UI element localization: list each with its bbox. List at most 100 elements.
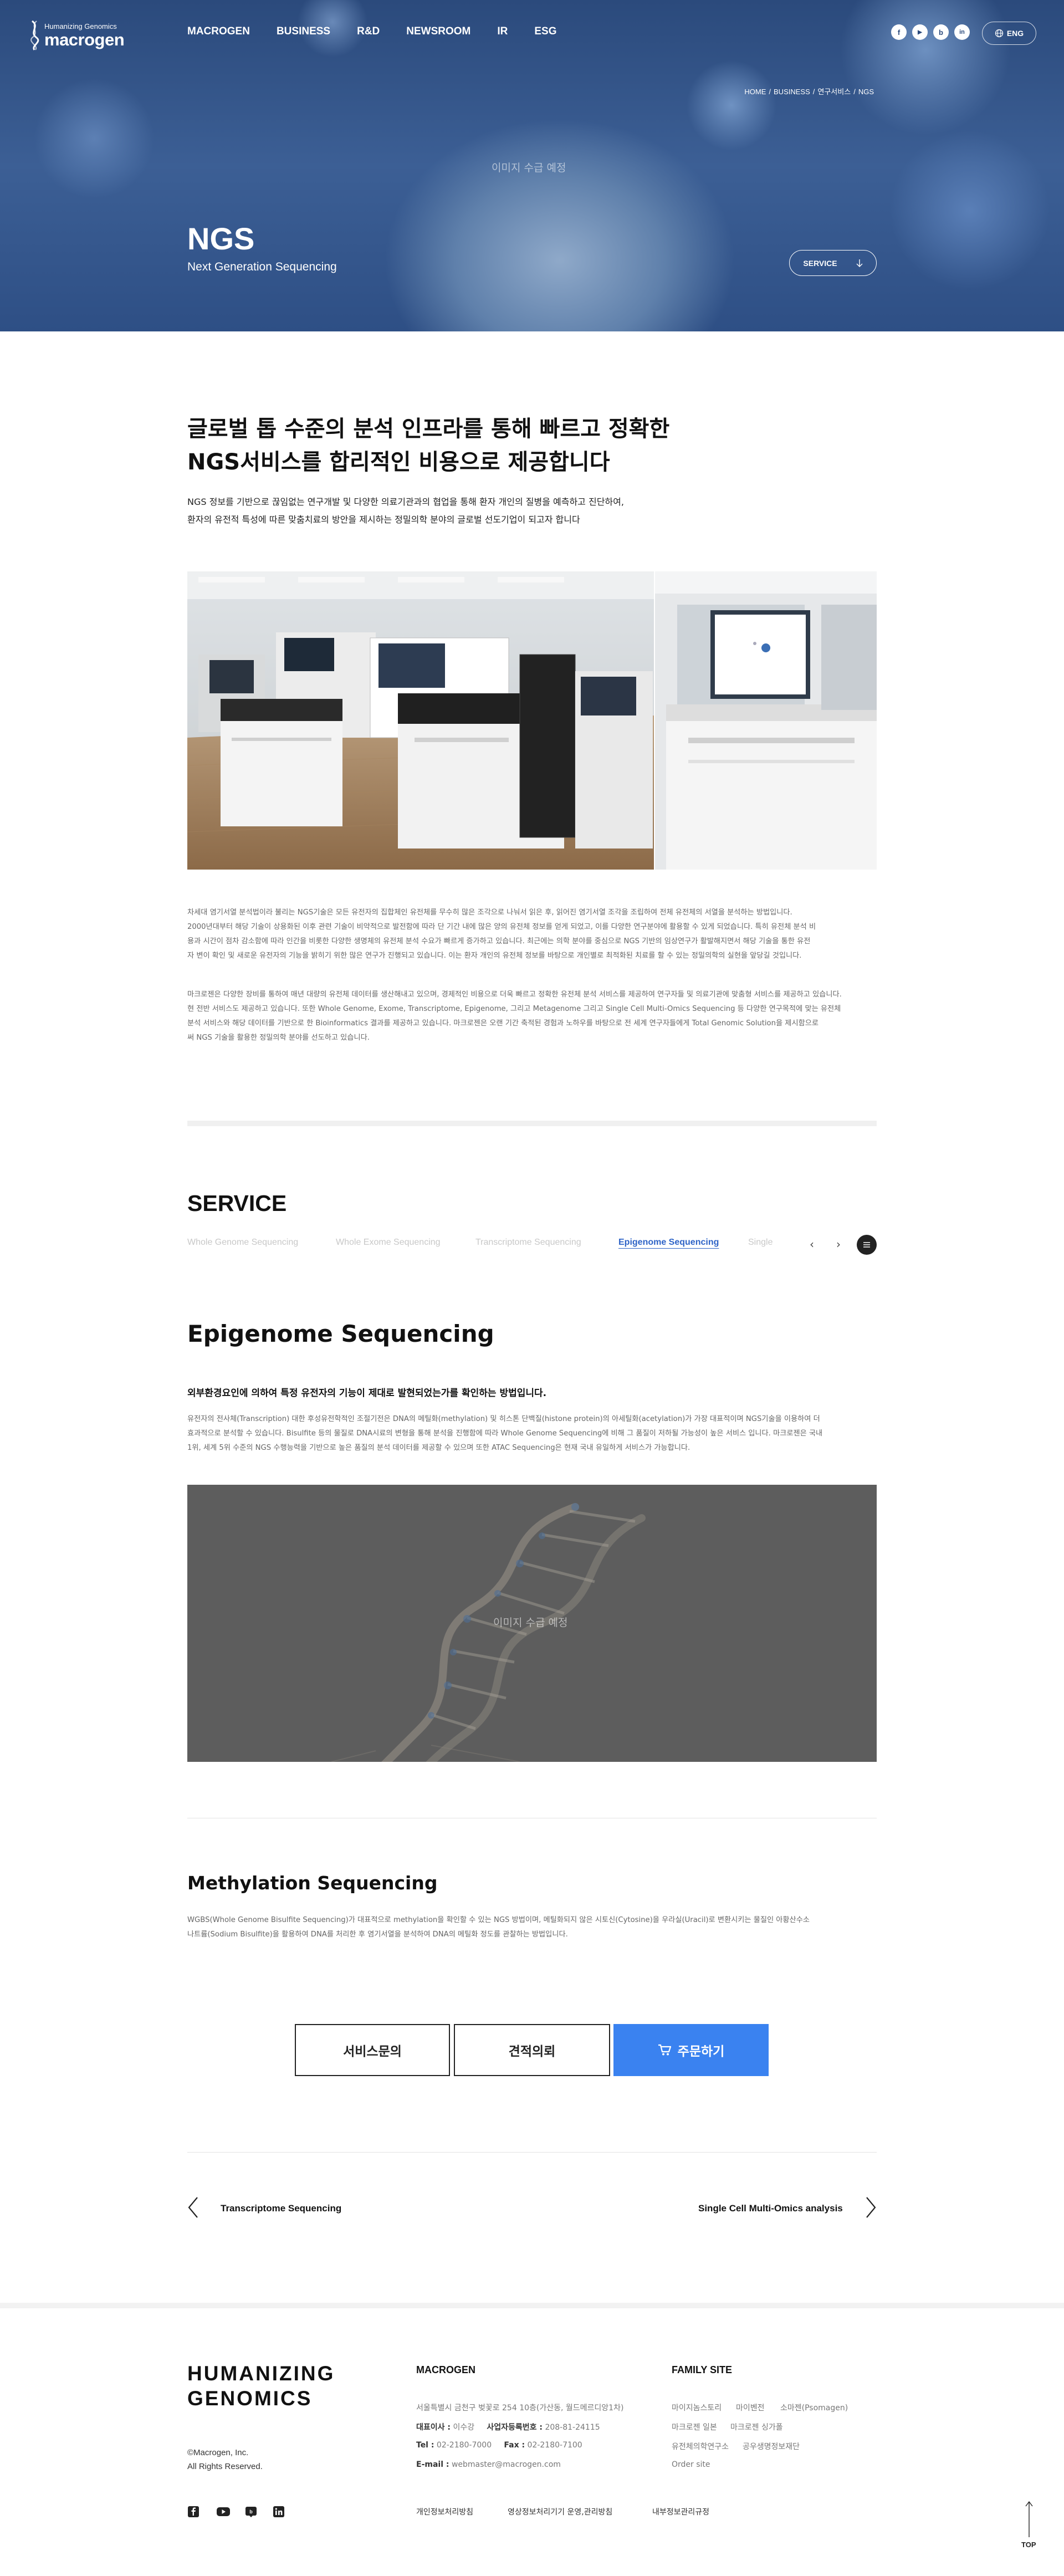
family-site-link[interactable]: 유전체의학연구소	[672, 2441, 729, 2452]
ceo-value: 이수강	[453, 2423, 475, 2432]
tab-epigenome[interactable]: Epigenome Sequencing	[618, 1238, 719, 1248]
facebook-icon[interactable]	[187, 2506, 200, 2518]
service-button[interactable]: SERVICE	[789, 250, 877, 276]
epigenome-title: Epigenome Sequencing	[187, 1320, 494, 1347]
blog-icon[interactable]: b	[933, 24, 949, 40]
lab-photo-side	[655, 571, 877, 870]
cctv-policy-link[interactable]: 영상정보처리기기 운영,관리방침	[508, 2506, 612, 2517]
prev-service-link[interactable]: Transcriptome Sequencing	[221, 2203, 341, 2214]
footer-brand: HUMANIZING GENOMICS	[187, 2361, 335, 2411]
arrow-down-icon	[856, 259, 863, 267]
nav-esg[interactable]: ESG	[534, 25, 556, 42]
service-title: SERVICE	[187, 1190, 287, 1216]
footer-address: 서울특별시 금천구 벚꽃로 254 10층(가산동, 월드메르디앙1차)	[416, 2404, 624, 2413]
intro-description: NGS 정보를 기반으로 끊임없는 연구개발 및 다양한 의료기관과의 협업을 …	[187, 493, 741, 529]
fax-label: Fax :	[504, 2441, 525, 2450]
page-title: NGS	[187, 221, 255, 256]
svg-text:b: b	[249, 2509, 253, 2514]
privacy-policy-link[interactable]: 개인정보처리방침	[416, 2506, 473, 2517]
internal-info-policy-link[interactable]: 내부정보관리규정	[652, 2506, 709, 2517]
logo-name: macrogen	[44, 30, 125, 49]
family-site-link[interactable]: 마크로젠 일본	[672, 2421, 717, 2432]
ngs-description-2: 마크로젠은 다양한 장비를 통하여 매년 대량의 유전체 데이터를 생산해내고 …	[187, 988, 877, 1045]
quote-request-button[interactable]: 견적의뢰	[454, 2024, 610, 2076]
nav-macrogen[interactable]: MACROGEN	[187, 25, 250, 42]
bizno-value: 208-81-24115	[545, 2423, 600, 2432]
tab-whole-genome[interactable]: Whole Genome Sequencing	[187, 1238, 298, 1248]
footer-contact-row: Tel : 02-2180-7000 Fax : 02-2180-7100	[416, 2441, 582, 2450]
paragraph-line: 나트륨(Sodium Bisulfite)을 활용하여 DNA를 처리한 후 염…	[187, 1930, 568, 1939]
footer-brand-line: GENOMICS	[187, 2387, 313, 2410]
email-value[interactable]: webmaster@macrogen.com	[452, 2460, 561, 2469]
youtube-icon[interactable]	[216, 2506, 231, 2518]
facebook-icon[interactable]: f	[891, 24, 907, 40]
paragraph-line: 유전자의 전사체(Transcription) 대한 후성유전학적인 조절기전은…	[187, 1415, 820, 1423]
paragraph-line: 써 NGS 기술을 활용한 정밀의학 분야를 선도하고 있습니다.	[187, 1034, 370, 1042]
tabs-next-button[interactable]: ›	[830, 1236, 847, 1253]
tab-single-cell[interactable]: Single	[748, 1238, 773, 1248]
ngs-description-1: 차세대 염기서열 분석법이라 불리는 NGS기술은 모든 유전자의 집합체인 유…	[187, 906, 877, 963]
intro-headline-line: NGS서비스를 합리적인 비용으로 제공합니다	[187, 449, 610, 475]
bizno-label: 사업자등록번호 :	[487, 2423, 543, 2432]
youtube-icon[interactable]: ▶	[912, 24, 928, 40]
family-site-link[interactable]: 마이벤전	[736, 2402, 765, 2413]
nav-ir[interactable]: IR	[497, 25, 508, 42]
paragraph-line: 2000년대부터 해당 기술이 상용화된 이후 관련 기술이 비약적으로 발전함…	[187, 923, 816, 931]
footer-email-row: E-mail : webmaster@macrogen.com	[416, 2460, 561, 2469]
breadcrumb-business[interactable]: BUSINESS	[774, 88, 810, 96]
epigenome-lead: 외부환경요인에 의하여 특정 유전자의 기능이 제대로 발현되었는가를 확인하는…	[187, 1388, 547, 1399]
tabs-prev-button[interactable]: ‹	[804, 1236, 820, 1253]
paragraph-line: 자 변이 확인 및 새로운 유전자의 기능을 밝히기 위한 많은 연구가 진행되…	[187, 952, 802, 960]
tel-value: 02-2180-7000	[436, 2441, 492, 2450]
family-site-link[interactable]: 마크로젠 싱가폴	[730, 2421, 783, 2432]
family-site-link[interactable]: Order site	[672, 2460, 710, 2469]
hero-banner: Humanizing Genomics macrogen MACROGEN BU…	[0, 0, 1064, 331]
family-site-link[interactable]: 마이지놈스토리	[672, 2402, 722, 2413]
service-inquiry-button[interactable]: 서비스문의	[295, 2024, 450, 2076]
cart-icon	[658, 2044, 671, 2056]
language-button[interactable]: ENG	[982, 22, 1036, 45]
quote-request-label: 견적의뢰	[508, 2045, 556, 2059]
linkedin-icon[interactable]: in	[954, 24, 970, 40]
intro-headline: 글로벌 톱 수준의 분석 인프라를 통해 빠르고 정확한 NGS서비스를 합리적…	[187, 412, 741, 479]
paragraph-line: 차세대 염기서열 분석법이라 불리는 NGS기술은 모든 유전자의 집합체인 유…	[187, 908, 792, 917]
breadcrumb-home[interactable]: HOME	[744, 88, 766, 96]
section-divider	[187, 1121, 877, 1126]
page-subtitle: Next Generation Sequencing	[187, 260, 337, 273]
nav-business[interactable]: BUSINESS	[277, 25, 330, 42]
footer-family-heading: FAMILY SITE	[672, 2364, 733, 2375]
footer-copyright: ©Macrogen, Inc. All Rights Reserved.	[187, 2446, 263, 2473]
linkedin-icon[interactable]	[273, 2506, 285, 2518]
nav-newsroom[interactable]: NEWSROOM	[406, 25, 470, 42]
order-label: 주문하기	[677, 2045, 725, 2059]
service-button-label: SERVICE	[803, 258, 837, 268]
blog-icon[interactable]: b	[245, 2506, 257, 2518]
back-to-top-button[interactable]: TOP	[1020, 2500, 1039, 2549]
chevron-right-icon[interactable]	[866, 2196, 877, 2219]
footer-divider	[0, 2303, 1064, 2308]
paragraph-line: 마크로젠은 다양한 장비를 통하여 매년 대량의 유전체 데이터를 생산해내고 …	[187, 990, 842, 999]
tab-transcriptome[interactable]: Transcriptome Sequencing	[475, 1238, 581, 1248]
copyright-line: All Rights Reserved.	[187, 2462, 263, 2471]
nav-rnd[interactable]: R&D	[357, 25, 380, 42]
menu-icon	[863, 1242, 870, 1248]
order-button[interactable]: 주문하기	[613, 2024, 769, 2076]
fax-value: 02-2180-7100	[527, 2441, 582, 2450]
macrogen-logo[interactable]: Humanizing Genomics macrogen	[28, 17, 127, 53]
breadcrumb-research[interactable]: 연구서비스	[817, 88, 851, 96]
ceo-label: 대표이사 :	[416, 2423, 451, 2432]
family-site-link[interactable]: 공우생명정보재단	[743, 2441, 800, 2452]
next-service-link[interactable]: Single Cell Multi-Omics analysis	[698, 2203, 843, 2214]
logo-tagline: Humanizing Genomics	[44, 22, 117, 30]
breadcrumb: HOME / BUSINESS / 연구서비스 / NGS	[744, 88, 874, 96]
tel-label: Tel :	[416, 2441, 434, 2450]
paragraph-line: 분석 서비스와 해당 데이터를 기반으로 한 Bioinformatics 결과…	[187, 1019, 819, 1028]
methylation-description: WGBS(Whole Genome Bisulfite Sequencing)가…	[187, 1913, 877, 1942]
copyright-line: ©Macrogen, Inc.	[187, 2448, 249, 2457]
dna-logo-icon	[30, 20, 39, 50]
family-site-link[interactable]: 소마젠(Psomagen)	[780, 2402, 848, 2413]
paragraph-line: 효과적으로 분석할 수 있습니다. Bisulfite 등의 물질로 DNA시료…	[187, 1429, 823, 1438]
tabs-menu-button[interactable]	[857, 1235, 877, 1255]
chevron-left-icon[interactable]	[187, 2196, 198, 2219]
tab-whole-exome[interactable]: Whole Exome Sequencing	[336, 1238, 441, 1248]
